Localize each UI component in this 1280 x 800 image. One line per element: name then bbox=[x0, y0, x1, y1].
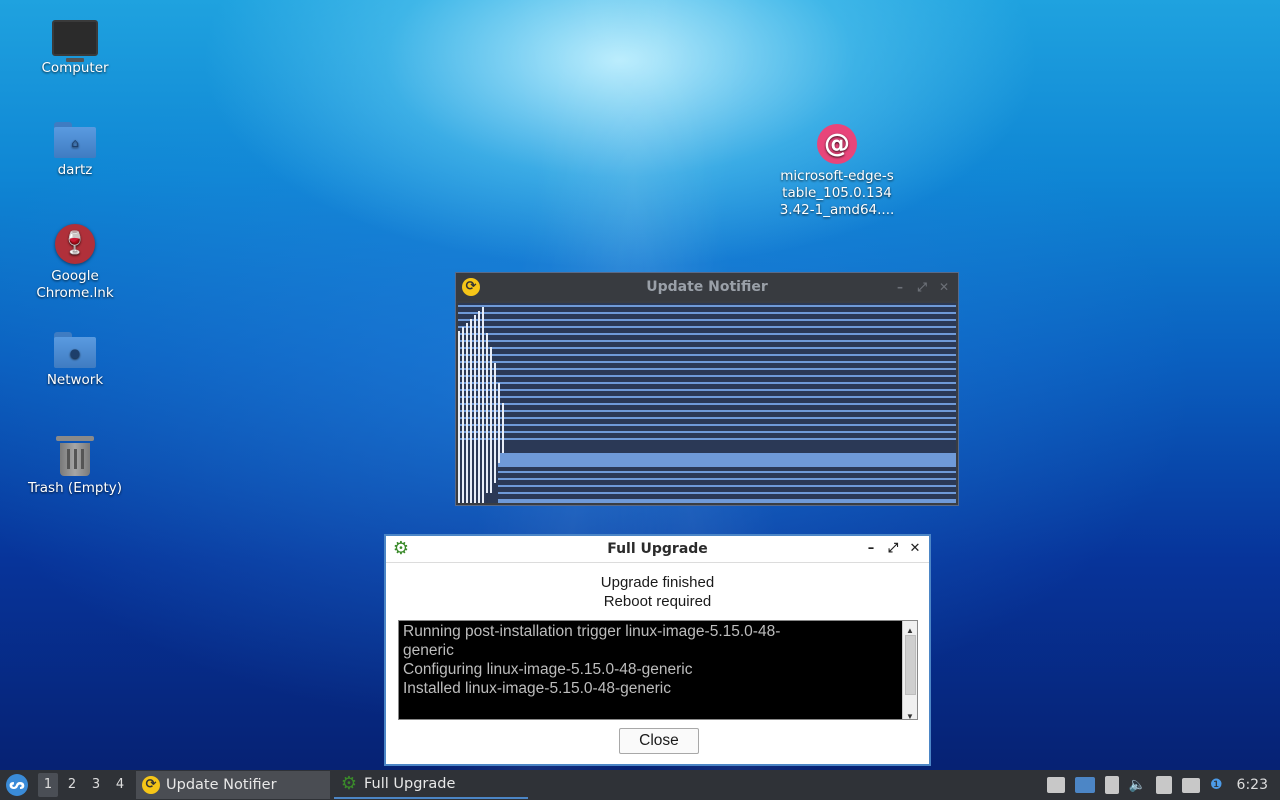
log-line: generic bbox=[403, 642, 454, 659]
debian-package-icon: @ bbox=[817, 124, 857, 164]
desktop-icon-label: Trash (Empty) bbox=[27, 480, 123, 496]
close-icon[interactable]: ✕ bbox=[907, 541, 923, 557]
titlebar[interactable]: ⟳ Update Notifier – ⤢ ✕ bbox=[456, 273, 958, 301]
start-menu-icon[interactable]: ᔕ bbox=[6, 774, 28, 796]
log-line: Running post-installation trigger linux-… bbox=[403, 623, 781, 640]
desktop-icon-label: dartz bbox=[57, 162, 93, 178]
desktop-icon-deb-package[interactable]: @ microsoft-edge-stable_105.0.1343.42-1_… bbox=[777, 122, 897, 219]
update-notifier-icon: ⟳ bbox=[462, 278, 480, 296]
gear-icon: ⚙ bbox=[392, 538, 410, 559]
close-button[interactable]: Close bbox=[619, 728, 699, 754]
desktop-icon-label: microsoft-edge-stable_105.0.1343.42-1_am… bbox=[779, 168, 895, 218]
desktop-icon-network[interactable]: ● Network bbox=[20, 322, 130, 389]
desktop-icon-label: Computer bbox=[41, 60, 109, 76]
log-line: Installed linux-image-5.15.0-48-generic bbox=[403, 680, 671, 697]
desktop-icon-home-folder[interactable]: ⌂ dartz bbox=[20, 112, 130, 179]
update-alert-icon[interactable]: ❶ bbox=[1210, 777, 1223, 793]
task-label: Full Upgrade bbox=[364, 776, 456, 792]
computer-icon bbox=[52, 20, 98, 62]
desktop-icon-chrome-link[interactable]: 🍷 Google Chrome.lnk bbox=[20, 214, 130, 302]
scroll-up-arrow-icon[interactable]: ▲ bbox=[903, 621, 917, 635]
close-icon[interactable]: ✕ bbox=[936, 279, 952, 295]
log-scrollbar[interactable]: ▲ ▼ bbox=[902, 621, 917, 721]
desktop-icon-computer[interactable]: Computer bbox=[20, 6, 130, 77]
trash-icon bbox=[56, 436, 94, 476]
notes-icon[interactable] bbox=[1155, 776, 1172, 794]
system-tray: 🔈 ❶ 6:23 bbox=[1046, 776, 1268, 794]
network-folder-icon: ● bbox=[54, 332, 96, 368]
clock[interactable]: 6:23 bbox=[1237, 777, 1268, 793]
window-title: Full Upgrade bbox=[607, 541, 708, 557]
wine-icon: 🍷 bbox=[55, 224, 95, 264]
desktop-switcher: 1 2 3 4 bbox=[38, 773, 130, 797]
desktop-icon-label: Network bbox=[46, 372, 104, 388]
volume-icon[interactable]: 🔈 bbox=[1129, 777, 1146, 793]
clipboard-icon[interactable] bbox=[1046, 777, 1065, 793]
log-line: Configuring linux-image-5.15.0-48-generi… bbox=[403, 661, 693, 678]
maximize-icon[interactable]: ⤢ bbox=[914, 279, 930, 295]
minimize-icon[interactable]: – bbox=[892, 279, 908, 295]
storage-icon[interactable] bbox=[1104, 776, 1119, 794]
status-line-upgrade-finished: Upgrade finished bbox=[600, 574, 715, 591]
titlebar[interactable]: ⚙ Full Upgrade – ⤢ ✕ bbox=[386, 536, 929, 563]
taskbar-item-full-upgrade[interactable]: ⚙ Full Upgrade bbox=[334, 771, 528, 799]
desktop-4-button[interactable]: 4 bbox=[110, 773, 130, 797]
log-output[interactable]: Running post-installation trigger linux-… bbox=[398, 620, 918, 721]
desktop-3-button[interactable]: 3 bbox=[86, 773, 106, 797]
minimize-icon[interactable]: – bbox=[863, 541, 879, 557]
scroll-down-arrow-icon[interactable]: ▼ bbox=[903, 707, 917, 721]
full-upgrade-window: ⚙ Full Upgrade – ⤢ ✕ Upgrade finished Re… bbox=[384, 534, 931, 766]
home-folder-icon: ⌂ bbox=[54, 122, 96, 158]
scroll-thumb[interactable] bbox=[905, 635, 916, 695]
desktop-icon-trash[interactable]: Trash (Empty) bbox=[20, 426, 130, 497]
desktop-icon-label: Google Chrome.lnk bbox=[36, 268, 114, 301]
maximize-icon[interactable]: ⤢ bbox=[885, 541, 901, 557]
desktop-1-button[interactable]: 1 bbox=[38, 773, 58, 797]
network-icon[interactable] bbox=[1181, 777, 1200, 793]
window-title: Update Notifier bbox=[646, 279, 768, 295]
task-label: Update Notifier bbox=[166, 777, 277, 793]
taskbar-item-update-notifier[interactable]: ⟳ Update Notifier bbox=[136, 771, 330, 799]
render-artifact bbox=[458, 303, 956, 503]
gear-icon: ⚙ bbox=[340, 773, 358, 794]
update-notifier-icon: ⟳ bbox=[142, 776, 160, 794]
desktop-2-button[interactable]: 2 bbox=[62, 773, 82, 797]
show-desktop-icon[interactable] bbox=[1074, 777, 1095, 793]
taskbar: ᔕ 1 2 3 4 ⟳ Update Notifier ⚙ Full Upgra… bbox=[0, 770, 1280, 800]
status-text: Upgrade finished Reboot required bbox=[386, 573, 929, 611]
status-line-reboot-required: Reboot required bbox=[603, 593, 712, 610]
update-notifier-window: ⟳ Update Notifier – ⤢ ✕ bbox=[455, 272, 959, 506]
